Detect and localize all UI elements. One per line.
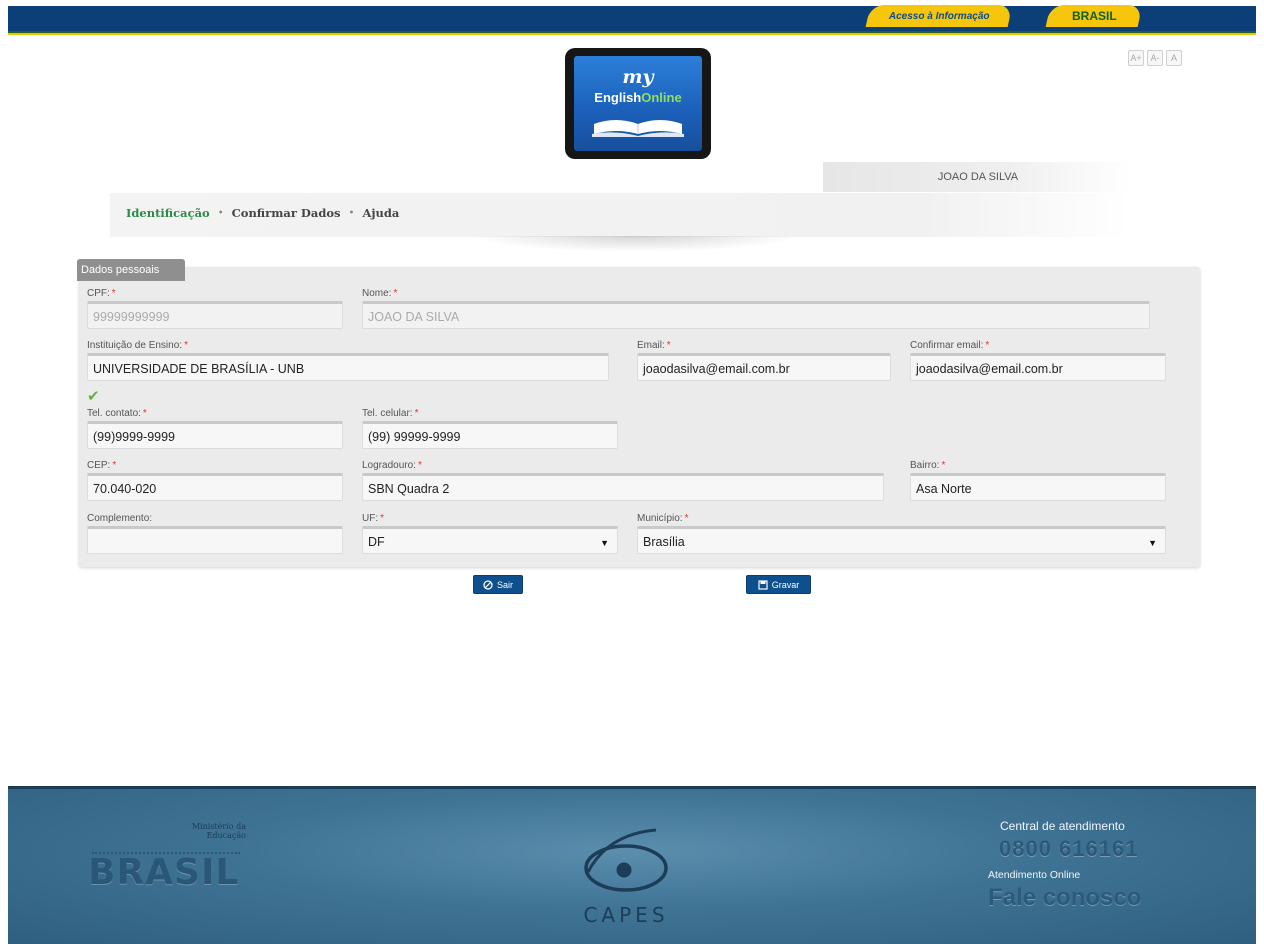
complemento-field: Complemento: (87, 512, 343, 554)
acesso-informacao-label: Acesso à Informação (888, 10, 990, 22)
brasil-gov-label: BRASIL (1071, 9, 1117, 23)
nav-item-identificacao[interactable]: Identificação (126, 206, 210, 220)
phone-number: 0800 616161 (999, 836, 1139, 861)
atendimento-online-label: Atendimento Online (988, 869, 1081, 881)
panel-title: Dados pessoais (77, 259, 185, 281)
complemento-label: Complemento: (87, 513, 153, 524)
municipio-select[interactable]: Brasília ▼ (637, 526, 1166, 554)
cep-field: CEP: * 70.040-020 (87, 459, 343, 501)
user-name-tab: JOAO DA SILVA (823, 162, 1133, 192)
email-input[interactable]: joaodasilva@email.com.br (637, 353, 891, 381)
tel-celular-field: Tel. celular: * (99) 99999-9999 (362, 407, 618, 449)
email-label: Email: * (637, 340, 671, 351)
nome-input[interactable]: JOAO DA SILVA (362, 301, 1150, 329)
brasil-gov-logo[interactable]: BRASIL (88, 852, 239, 893)
bairro-input[interactable]: Asa Norte (910, 473, 1166, 501)
cpf-field: CPF: * 99999999999 (87, 287, 343, 329)
instituicao-field: Instituição de Ensino: * UNIVERSIDADE DE … (87, 339, 609, 381)
mec-label: Ministério da Educação (191, 822, 246, 840)
logo-my-text: my (622, 66, 654, 88)
central-atendimento-label: Central de atendimento (1000, 819, 1125, 833)
nav-separator: • (348, 207, 355, 219)
logo-english-online-text: EnglishOnline (594, 90, 682, 105)
tel-celular-label: Tel. celular: * (362, 408, 419, 419)
sair-button[interactable]: Sair (473, 575, 523, 594)
uf-label: UF: * (362, 513, 385, 524)
complemento-input[interactable] (87, 526, 343, 554)
logradouro-label: Logradouro: * (362, 460, 422, 471)
acesso-informacao-link[interactable]: Acesso à Informação (865, 5, 1013, 27)
fale-conosco-link[interactable]: Fale conosco (988, 884, 1141, 912)
nav-shadow (470, 236, 800, 252)
capes-logo-text: CAPES (583, 903, 669, 927)
nav-separator: • (217, 207, 224, 219)
instituicao-input[interactable]: UNIVERSIDADE DE BRASÍLIA - UNB (87, 353, 609, 381)
cep-input[interactable]: 70.040-020 (87, 473, 343, 501)
tel-contato-field: Tel. contato: * (99)9999-9999 (87, 407, 343, 449)
bairro-label: Bairro: * (910, 460, 946, 471)
sair-label: Sair (496, 579, 513, 590)
font-reset-button[interactable]: A (1166, 50, 1182, 66)
cancel-icon (483, 579, 493, 590)
dropdown-arrow-icon: ▼ (1148, 538, 1157, 548)
dropdown-arrow-icon: ▼ (600, 538, 609, 548)
my-english-online-logo[interactable]: my EnglishOnline (565, 48, 711, 159)
save-icon (758, 579, 768, 590)
nome-label: Nome: * (362, 288, 398, 299)
uf-selected-value: DF (368, 535, 385, 549)
cpf-label: CPF: * (87, 288, 116, 299)
instituicao-label: Instituição de Ensino: * (87, 340, 188, 351)
uf-field: UF: * DF ▼ (362, 512, 618, 554)
tel-contato-label: Tel. contato: * (87, 408, 147, 419)
municipio-field: Município: * Brasília ▼ (637, 512, 1166, 554)
gravar-button[interactable]: Gravar (746, 575, 811, 594)
brasil-gov-link[interactable]: BRASIL (1045, 5, 1143, 27)
capes-emblem-icon[interactable] (568, 828, 688, 898)
confirmar-email-input[interactable]: joaodasilva@email.com.br (910, 353, 1166, 381)
nav-item-confirmar-dados[interactable]: Confirmar Dados (232, 206, 341, 220)
tel-celular-input[interactable]: (99) 99999-9999 (362, 421, 618, 449)
cep-label: CEP: * (87, 460, 117, 471)
nome-field: Nome: * JOAO DA SILVA (362, 287, 1150, 329)
gravar-label: Gravar (771, 579, 800, 590)
municipio-selected-value: Brasília (643, 535, 685, 549)
logradouro-input[interactable]: SBN Quadra 2 (362, 473, 884, 501)
email-field: Email: * joaodasilva@email.com.br (637, 339, 891, 381)
font-size-controls: A+ A- A (1128, 50, 1182, 66)
confirmar-email-label: Confirmar email: * (910, 340, 990, 351)
breadcrumb-nav: Identificação • Confirmar Dados • Ajuda (126, 206, 399, 220)
font-increase-button[interactable]: A+ (1128, 50, 1144, 66)
font-decrease-button[interactable]: A- (1147, 50, 1163, 66)
open-book-icon (592, 120, 684, 137)
cpf-input[interactable]: 99999999999 (87, 301, 343, 329)
tel-contato-input[interactable]: (99)9999-9999 (87, 421, 343, 449)
logradouro-field: Logradouro: * SBN Quadra 2 (362, 459, 884, 501)
confirmar-email-field: Confirmar email: * joaodasilva@email.com.… (910, 339, 1166, 381)
valid-check-icon: ✔ (87, 388, 100, 405)
uf-select[interactable]: DF ▼ (362, 526, 618, 554)
nav-item-ajuda[interactable]: Ajuda (362, 206, 399, 220)
bairro-field: Bairro: * Asa Norte (910, 459, 1166, 501)
municipio-label: Município: * (637, 513, 689, 524)
